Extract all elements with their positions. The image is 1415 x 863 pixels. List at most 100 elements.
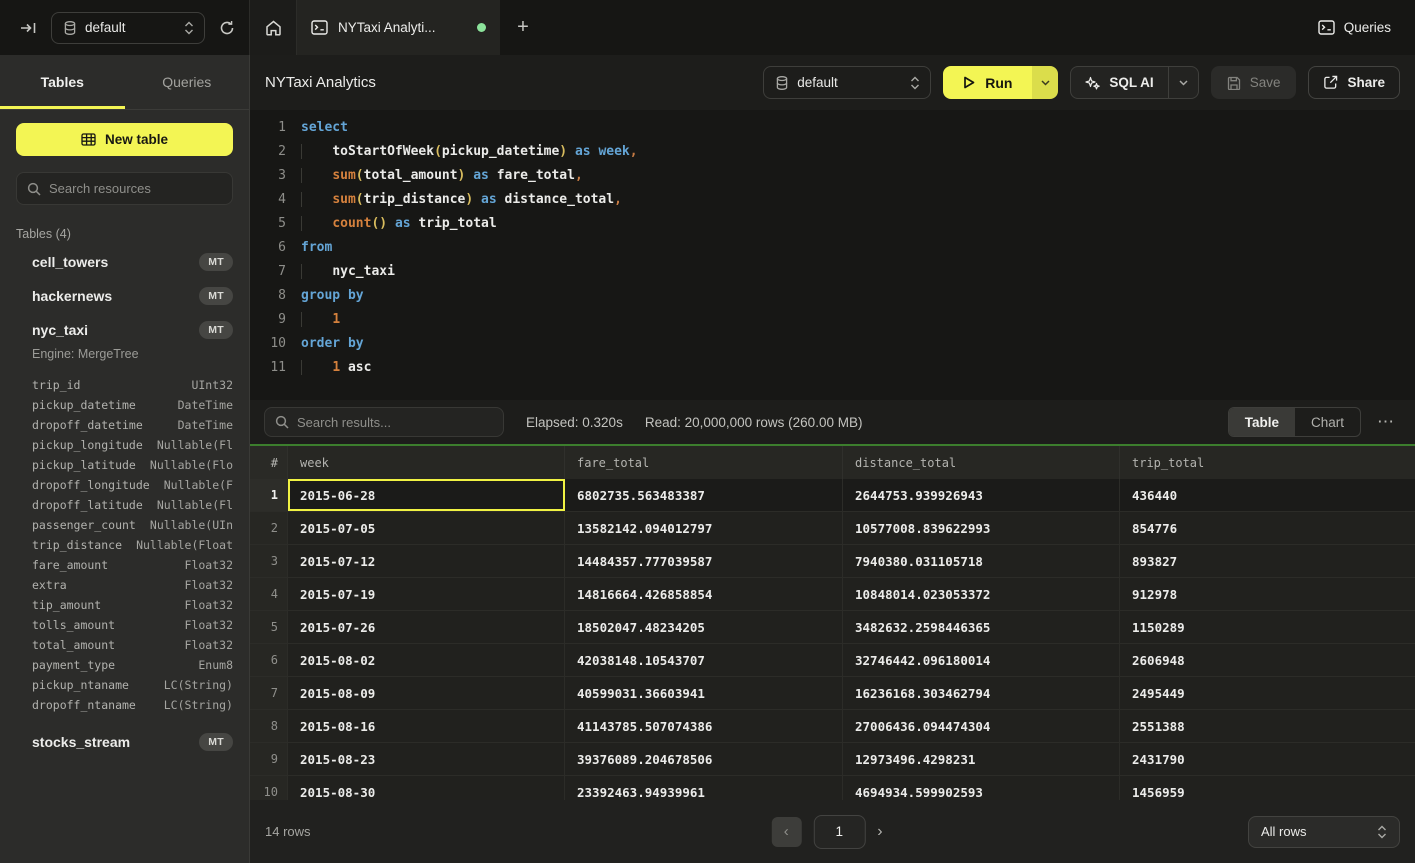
queries-button[interactable]: Queries xyxy=(1294,0,1415,55)
code-line[interactable]: 3 sum(total_amount) as fare_total, xyxy=(260,164,1415,188)
code-line[interactable]: 9 1 xyxy=(260,308,1415,332)
sidebar-search-input[interactable] xyxy=(49,181,225,196)
table-cell[interactable]: 14484357.777039587 xyxy=(565,545,843,577)
sidebar-item-cell_towers[interactable]: cell_towersMT xyxy=(0,245,249,279)
table-cell[interactable]: 27006436.094474304 xyxy=(843,710,1120,742)
code-line[interactable]: 6from xyxy=(260,236,1415,260)
table-cell[interactable]: 6802735.563483387 xyxy=(565,479,843,511)
table-cell[interactable]: 14816664.426858854 xyxy=(565,578,843,610)
code-line[interactable]: 1select xyxy=(260,116,1415,140)
row-number[interactable]: 9 xyxy=(250,743,288,775)
sql-editor[interactable]: 1select2 toStartOfWeek(pickup_datetime) … xyxy=(250,110,1415,400)
view-toggle-chart[interactable]: Chart xyxy=(1295,408,1360,436)
table-cell[interactable]: 2015-08-09 xyxy=(288,677,565,709)
table-cell[interactable]: 39376089.204678506 xyxy=(565,743,843,775)
row-number[interactable]: 2 xyxy=(250,512,288,544)
next-page-button[interactable]: › xyxy=(877,823,882,841)
table-cell[interactable]: 2606948 xyxy=(1120,644,1415,676)
run-options-caret[interactable] xyxy=(1032,66,1058,99)
sidebar-tab-queries[interactable]: Queries xyxy=(125,55,250,109)
sql-ai-button[interactable]: SQL AI xyxy=(1071,67,1167,98)
table-cell[interactable]: 2015-07-19 xyxy=(288,578,565,610)
table-cell[interactable]: 12973496.4298231 xyxy=(843,743,1120,775)
refresh-icon[interactable] xyxy=(219,20,235,36)
new-table-button[interactable]: New table xyxy=(16,123,233,156)
row-number[interactable]: 7 xyxy=(250,677,288,709)
table-cell[interactable]: 2015-08-23 xyxy=(288,743,565,775)
row-number[interactable]: 8 xyxy=(250,710,288,742)
collapse-sidebar-icon[interactable] xyxy=(20,21,37,35)
code-line[interactable]: 8group by xyxy=(260,284,1415,308)
table-cell[interactable]: 2015-08-30 xyxy=(288,776,565,800)
row-number[interactable]: 4 xyxy=(250,578,288,610)
column-header-trip_total[interactable]: trip_total xyxy=(1120,446,1415,479)
table-cell[interactable]: 2644753.939926943 xyxy=(843,479,1120,511)
table-cell[interactable]: 854776 xyxy=(1120,512,1415,544)
column-header-distance_total[interactable]: distance_total xyxy=(843,446,1120,479)
indent-guide xyxy=(301,216,332,231)
table-cell[interactable]: 13582142.094012797 xyxy=(565,512,843,544)
home-button[interactable] xyxy=(250,0,297,55)
code-line[interactable]: 2 toStartOfWeek(pickup_datetime) as week… xyxy=(260,140,1415,164)
table-cell[interactable]: 1456959 xyxy=(1120,776,1415,800)
table-cell[interactable]: 40599031.36603941 xyxy=(565,677,843,709)
view-toggle-table[interactable]: Table xyxy=(1229,408,1295,436)
code-line[interactable]: 10order by xyxy=(260,332,1415,356)
sidebar-item-hackernews[interactable]: hackernewsMT xyxy=(0,279,249,313)
column-header-week[interactable]: week xyxy=(288,446,565,479)
code-line[interactable]: 7 nyc_taxi xyxy=(260,260,1415,284)
row-number[interactable]: 1 xyxy=(250,479,288,511)
table-cell[interactable]: 2431790 xyxy=(1120,743,1415,775)
page-size-selector[interactable]: All rows xyxy=(1248,816,1400,848)
row-number[interactable]: 5 xyxy=(250,611,288,643)
code-line[interactable]: 5 count() as trip_total xyxy=(260,212,1415,236)
topbar-database-selector[interactable]: default xyxy=(51,12,205,44)
results-more-button[interactable]: ⋯ xyxy=(1371,412,1401,432)
save-button[interactable]: Save xyxy=(1211,66,1297,99)
table-cell[interactable]: 41143785.507074386 xyxy=(565,710,843,742)
table-cell[interactable]: 2015-07-12 xyxy=(288,545,565,577)
row-number[interactable]: 3 xyxy=(250,545,288,577)
table-cell[interactable]: 2015-06-28 xyxy=(288,479,565,511)
table-cell[interactable]: 893827 xyxy=(1120,545,1415,577)
table-cell[interactable]: 2015-08-16 xyxy=(288,710,565,742)
column-header-index[interactable]: # xyxy=(250,446,288,479)
table-cell[interactable]: 2015-07-26 xyxy=(288,611,565,643)
table-cell[interactable]: 10848014.023053372 xyxy=(843,578,1120,610)
row-number[interactable]: 10 xyxy=(250,776,288,800)
table-cell[interactable]: 18502047.48234205 xyxy=(565,611,843,643)
table-cell[interactable]: 2015-08-02 xyxy=(288,644,565,676)
table-cell[interactable]: 436440 xyxy=(1120,479,1415,511)
table-cell[interactable]: 32746442.096180014 xyxy=(843,644,1120,676)
table-cell[interactable]: 7940380.031105718 xyxy=(843,545,1120,577)
share-button[interactable]: Share xyxy=(1308,66,1400,99)
tab-nytaxi-analytics[interactable]: NYTaxi Analyti... xyxy=(297,0,500,55)
table-cell[interactable]: 3482632.2598446365 xyxy=(843,611,1120,643)
run-button[interactable]: Run xyxy=(943,66,1032,99)
table-cell[interactable]: 1150289 xyxy=(1120,611,1415,643)
table-cell[interactable]: 23392463.94939961 xyxy=(565,776,843,800)
column-header-fare_total[interactable]: fare_total xyxy=(565,446,843,479)
sidebar-item-nyc_taxi[interactable]: nyc_taxiMT xyxy=(0,313,249,347)
query-database-selector[interactable]: default xyxy=(763,66,931,99)
prev-page-button[interactable]: ‹ xyxy=(771,817,801,847)
sidebar-tab-tables[interactable]: Tables xyxy=(0,55,125,109)
table-cell[interactable]: 4694934.599902593 xyxy=(843,776,1120,800)
table-cell[interactable]: 42038148.10543707 xyxy=(565,644,843,676)
sql-ai-caret[interactable] xyxy=(1168,67,1198,98)
table-cell[interactable]: 16236168.303462794 xyxy=(843,677,1120,709)
current-page[interactable]: 1 xyxy=(813,815,865,849)
table-cell[interactable]: 2551388 xyxy=(1120,710,1415,742)
code-token xyxy=(567,144,575,159)
row-number[interactable]: 6 xyxy=(250,644,288,676)
table-cell[interactable]: 912978 xyxy=(1120,578,1415,610)
code-line[interactable]: 4 sum(trip_distance) as distance_total, xyxy=(260,188,1415,212)
results-search-input[interactable] xyxy=(297,415,493,430)
table-cell[interactable]: 2495449 xyxy=(1120,677,1415,709)
sidebar-item-stocks_stream[interactable]: stocks_streamMT xyxy=(0,725,249,759)
table-cell[interactable]: 2015-07-05 xyxy=(288,512,565,544)
table-cell[interactable]: 10577008.839622993 xyxy=(843,512,1120,544)
column-type: UInt32 xyxy=(191,375,233,395)
code-line[interactable]: 11 1 asc xyxy=(260,356,1415,380)
new-tab-button[interactable]: + xyxy=(500,0,546,55)
